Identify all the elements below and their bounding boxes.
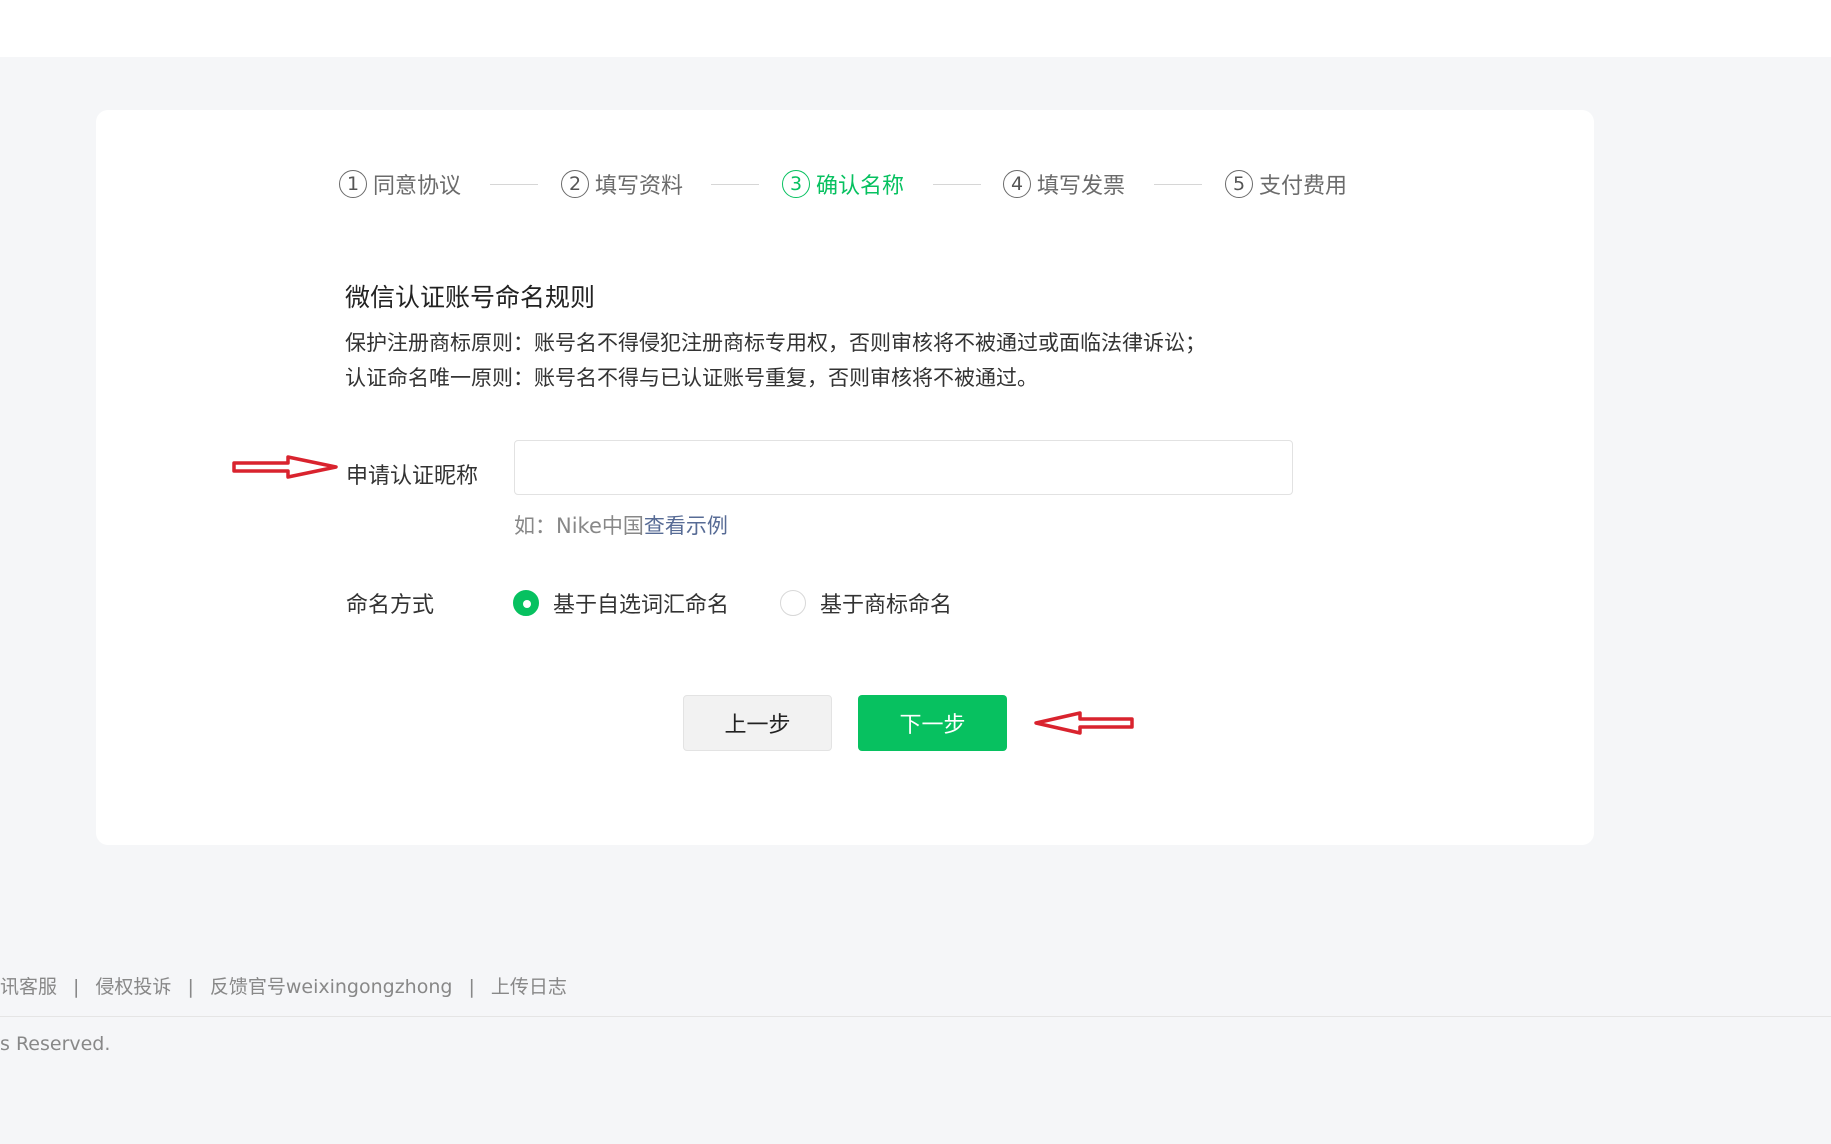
hint-example: 如：Nike中国 [514,514,644,538]
rule-unique: 认证命名唯一原则：账号名不得与已认证账号重复，否则审核将不被通过。 [345,366,1038,390]
next-step-button[interactable]: 下一步 [858,695,1007,751]
step-divider [490,184,538,185]
rules-title: 微信认证账号命名规则 [345,283,596,312]
step-label: 支付费用 [1259,174,1348,199]
step-confirm-name: 3 确认名称 [782,167,904,201]
footer-separator: | [73,976,80,998]
step-divider [711,184,759,185]
footer-separator: | [468,976,475,998]
radio-checked-icon [513,590,539,616]
annotation-arrow-right-icon [232,455,338,479]
nickname-hint: 如：Nike中国查看示例 [514,510,728,540]
step-number: 4 [1003,170,1031,198]
step-payment: 5 支付费用 [1225,167,1347,201]
radio-trademark[interactable]: 基于商标命名 [780,587,952,619]
radio-label: 基于自选词汇命名 [553,593,730,618]
footer-link-infringement[interactable]: 侵权投诉 [95,972,171,999]
step-divider [933,184,981,185]
nickname-input[interactable] [514,440,1293,495]
nickname-label: 申请认证昵称 [346,464,479,489]
step-fill-info: 2 填写资料 [561,167,683,201]
prev-step-button[interactable]: 上一步 [683,695,832,751]
step-divider [1154,184,1202,185]
annotation-arrow-left-icon [1034,711,1134,735]
step-label: 填写发票 [1037,174,1126,199]
footer-separator: | [187,976,194,998]
step-label: 确认名称 [816,174,905,199]
step-label: 填写资料 [595,174,684,199]
radio-label: 基于商标命名 [820,593,953,618]
step-number: 3 [782,170,810,198]
view-example-link[interactable]: 查看示例 [644,514,728,538]
footer-links: 讯客服 | 侵权投诉 | 反馈官号weixingongzhong | 上传日志 [0,972,567,999]
radio-custom-words[interactable]: 基于自选词汇命名 [513,587,729,619]
step-agree: 1 同意协议 [339,167,461,201]
footer-link-customer-service[interactable]: 讯客服 [0,972,57,999]
naming-method-label: 命名方式 [346,593,435,618]
step-number: 1 [339,170,367,198]
step-number: 5 [1225,170,1253,198]
rule-trademark: 保护注册商标原则：账号名不得侵犯注册商标专用权，否则审核将不被通过或面临法律诉讼… [345,331,1206,355]
radio-unchecked-icon [780,590,806,616]
footer-divider [0,1016,1831,1017]
footer-link-upload-log[interactable]: 上传日志 [491,972,567,999]
step-number: 2 [561,170,589,198]
step-invoice: 4 填写发票 [1003,167,1125,201]
footer-link-feedback[interactable]: 反馈官号weixingongzhong [210,972,453,999]
copyright-text: s Reserved. [0,1033,111,1055]
top-bar [0,0,1831,57]
step-label: 同意协议 [373,174,462,199]
